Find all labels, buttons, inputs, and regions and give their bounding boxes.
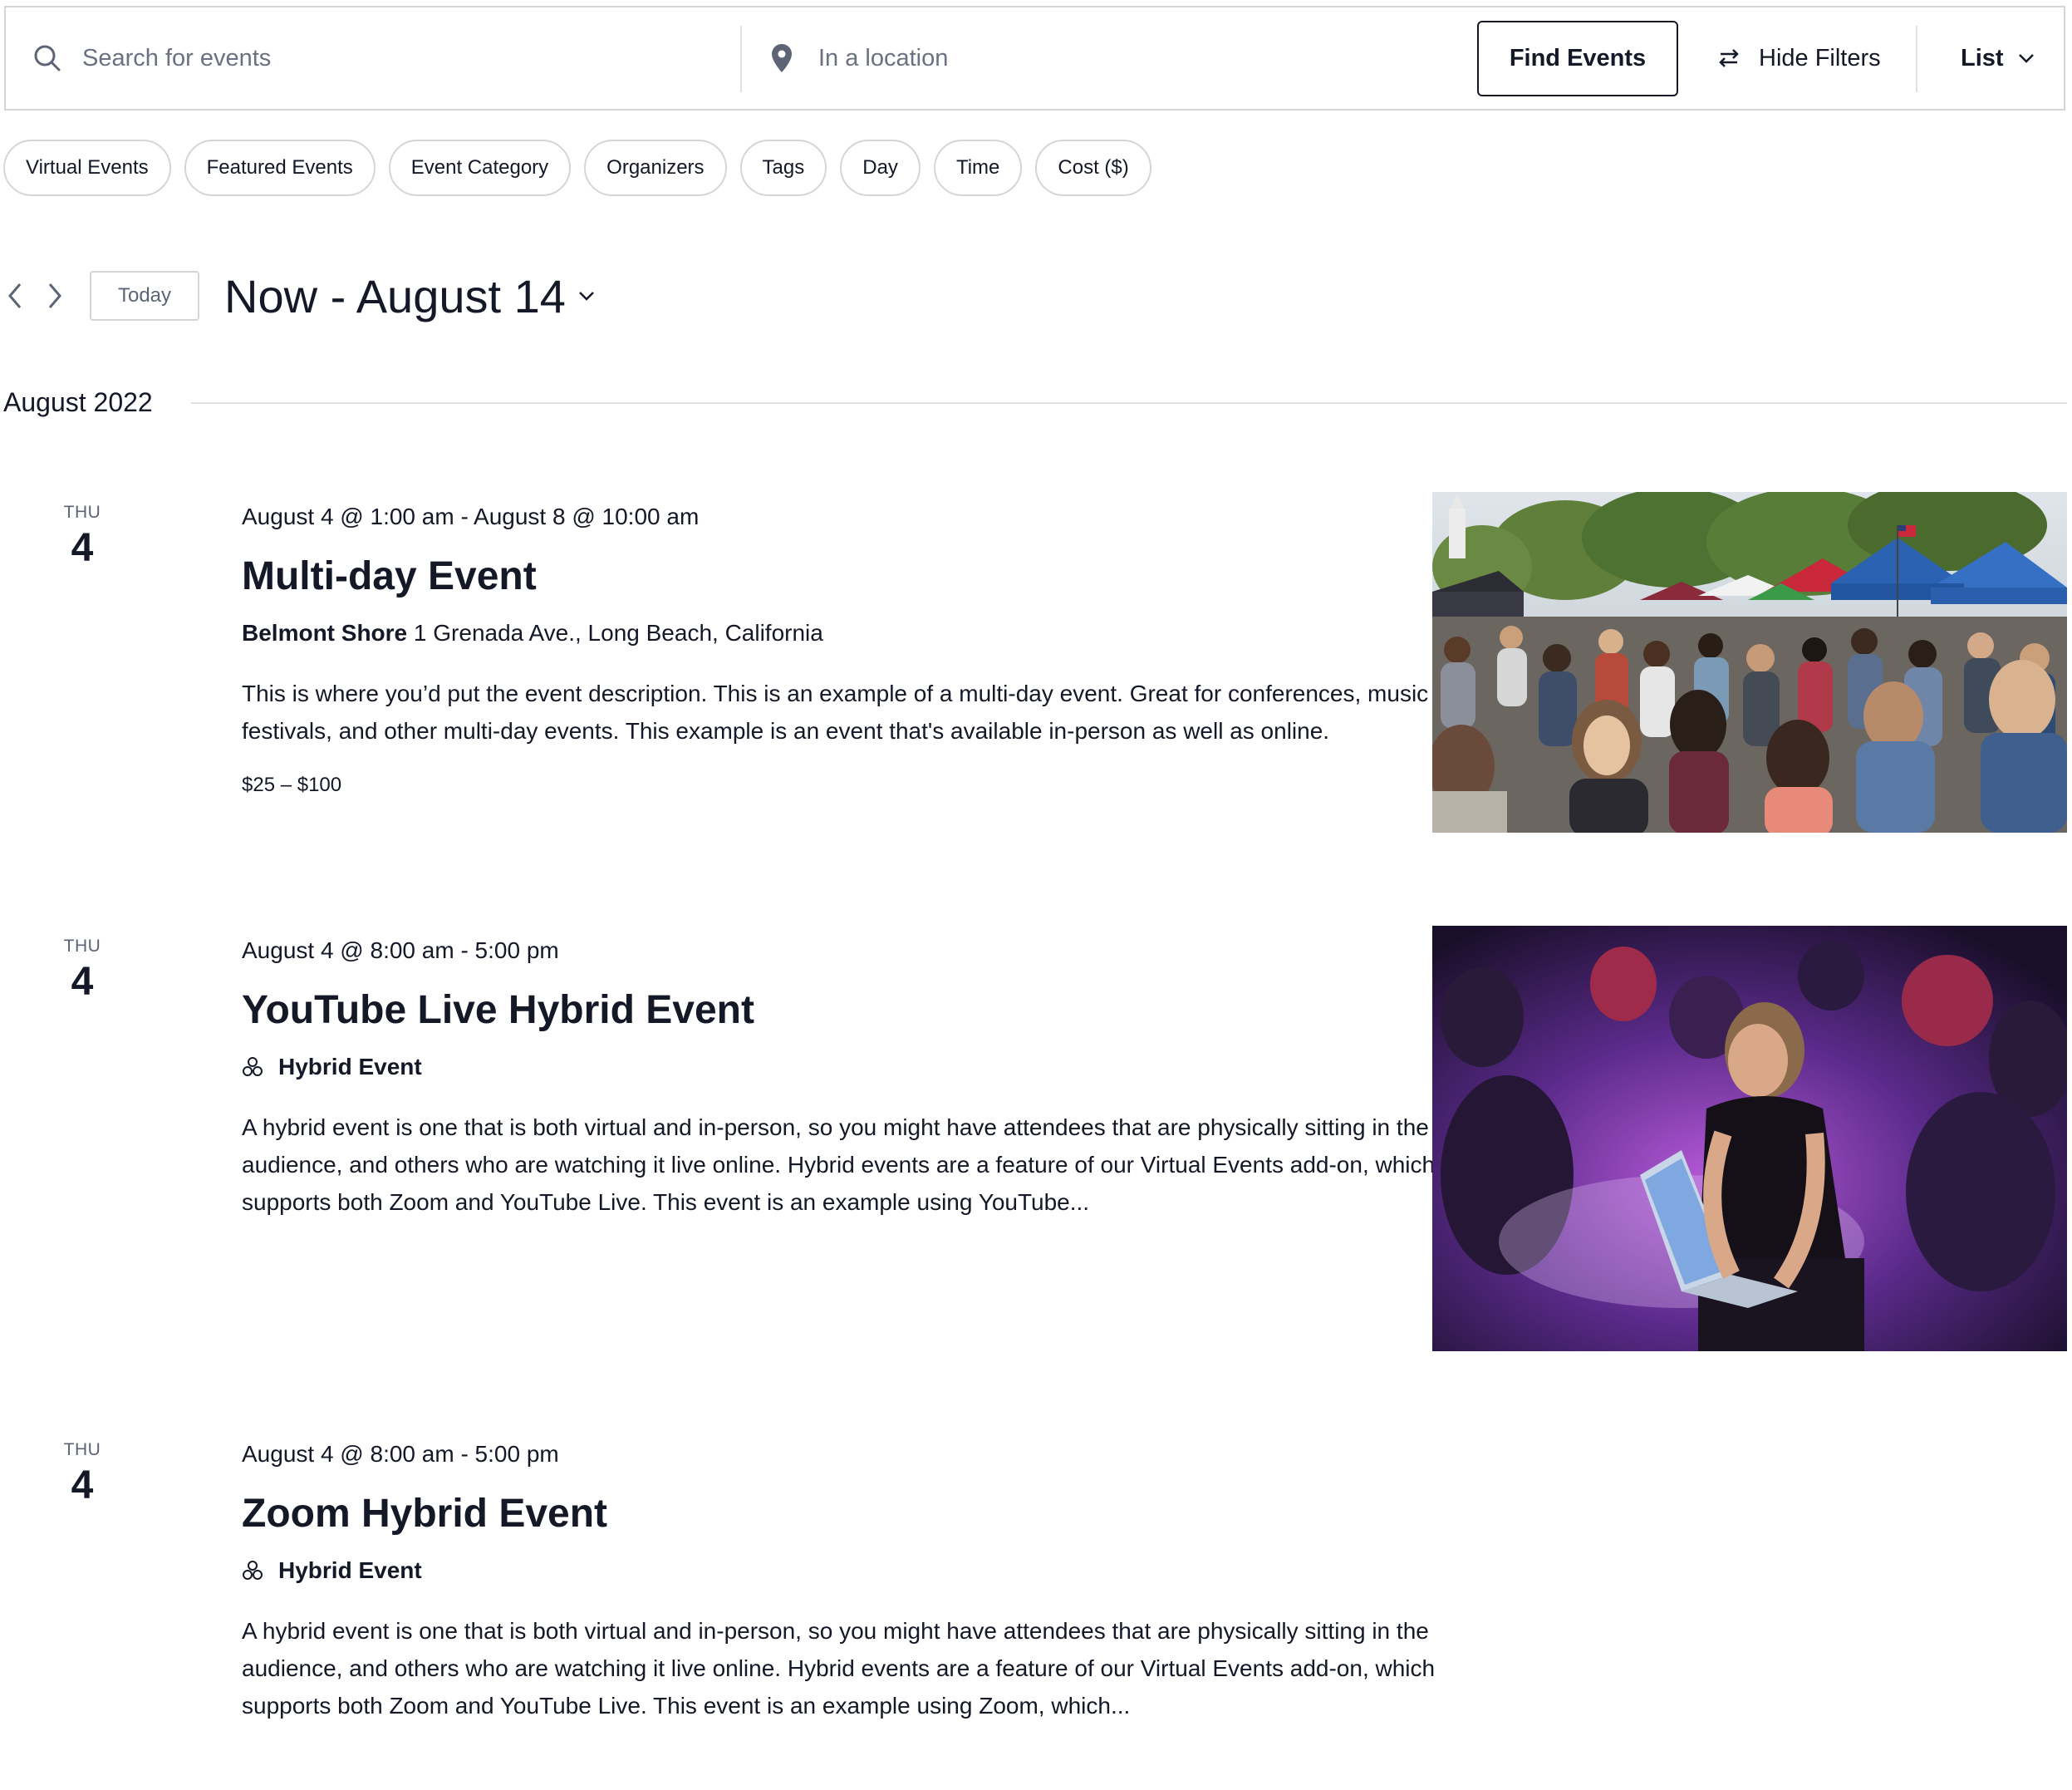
filter-time[interactable]: Time [933, 140, 1023, 196]
filter-day[interactable]: Day [840, 140, 921, 196]
keyword-search-input[interactable] [82, 44, 714, 72]
month-separator-label: August 2022 [3, 387, 153, 417]
hide-filters-button[interactable]: Hide Filters [1717, 7, 1881, 109]
event-datetime: August 4 @ 8:00 am - 5:00 pm [242, 1441, 559, 1467]
month-separator-line [191, 402, 2067, 404]
events-page: Find Events Hide Filters List [0, 0, 2072, 1790]
filters-toggle-icon [1717, 46, 1742, 71]
event-day-number: 4 [71, 1463, 94, 1507]
event-description: A hybrid event is one that is both virtu… [242, 1618, 1436, 1719]
filter-event-category[interactable]: Event Category [388, 140, 572, 196]
event-details: August 4 @ 1:00 am - August 8 @ 10:00 am… [242, 500, 1428, 799]
date-range-label: Now - August 14 [224, 269, 566, 322]
events-search-bar: Find Events Hide Filters List [4, 6, 2065, 111]
event-image-street-festival[interactable] [1432, 492, 2067, 833]
filter-bar: Virtual Events Featured Events Event Cat… [3, 140, 1165, 198]
event-description: This is where you’d put the event descri… [242, 681, 1429, 744]
date-range-picker[interactable]: Now - August 14 [224, 266, 599, 326]
event-weekday: THU [63, 1440, 101, 1459]
event-hybrid-tag: Hybrid Event [242, 1554, 1380, 1587]
chevron-left-icon [8, 283, 22, 308]
event-details: August 4 @ 8:00 am - 5:00 pm Zoom Hybrid… [242, 1438, 1435, 1724]
location-search [767, 7, 1465, 109]
chevron-down-icon [577, 285, 599, 307]
event-datetime: August 4 @ 1:00 am - August 8 @ 10:00 am [242, 504, 700, 529]
filter-cost[interactable]: Cost ($) [1035, 140, 1151, 196]
event-title-link[interactable]: Zoom Hybrid Event [242, 1489, 1380, 1539]
event-hybrid-tag: Hybrid Event [242, 1050, 1380, 1084]
event-venue: Belmont Shore 1 Grenada Ave., Long Beach… [242, 617, 1380, 650]
previous-events-button[interactable] [2, 281, 28, 311]
event-date-tag: THU 4 [50, 1438, 115, 1509]
view-selector-label: List [1961, 44, 2004, 71]
filter-tags[interactable]: Tags [739, 140, 827, 196]
event-day-number: 4 [71, 526, 94, 570]
event-day-number: 4 [71, 960, 94, 1004]
event-date-tag: THU 4 [50, 934, 115, 1006]
event-cost: $25 – $100 [242, 774, 342, 796]
event-title-link[interactable]: Multi-day Event [242, 552, 1380, 602]
chevron-right-icon [48, 283, 61, 308]
event-image-laptop-user[interactable] [1432, 926, 2067, 1351]
view-divider [1916, 26, 1917, 92]
event-weekday: THU [63, 937, 101, 956]
hybrid-event-label: Hybrid Event [278, 1557, 422, 1583]
event-details: August 4 @ 8:00 am - 5:00 pm YouTube Liv… [242, 934, 1435, 1221]
next-events-button[interactable] [42, 281, 68, 311]
event-description: A hybrid event is one that is both virtu… [242, 1114, 1436, 1215]
venue-address: 1 Grenada Ave., Long Beach, California [413, 620, 823, 646]
today-button[interactable]: Today [90, 271, 199, 321]
hybrid-event-label: Hybrid Event [278, 1054, 422, 1079]
hybrid-event-icon [242, 1559, 265, 1582]
chevron-down-icon [2017, 48, 2037, 68]
hybrid-event-icon [242, 1055, 265, 1079]
event-title-link[interactable]: YouTube Live Hybrid Event [242, 986, 1380, 1035]
location-pin-icon [767, 42, 797, 75]
filter-featured-events[interactable]: Featured Events [184, 140, 376, 196]
view-selector[interactable]: List [1961, 7, 2037, 109]
event-datetime: August 4 @ 8:00 am - 5:00 pm [242, 937, 559, 963]
location-search-input[interactable] [818, 44, 1433, 72]
search-icon [31, 42, 64, 75]
venue-name: Belmont Shore [242, 620, 408, 646]
date-navigation: Today Now - August 14 [0, 266, 831, 326]
event-date-tag: THU 4 [50, 500, 115, 572]
event-weekday: THU [63, 503, 101, 522]
hide-filters-label: Hide Filters [1759, 44, 1881, 71]
keyword-search [31, 7, 737, 109]
filter-virtual-events[interactable]: Virtual Events [3, 140, 171, 196]
find-events-button[interactable]: Find Events [1477, 21, 1678, 96]
filter-organizers[interactable]: Organizers [584, 140, 727, 196]
search-field-divider [740, 26, 742, 92]
